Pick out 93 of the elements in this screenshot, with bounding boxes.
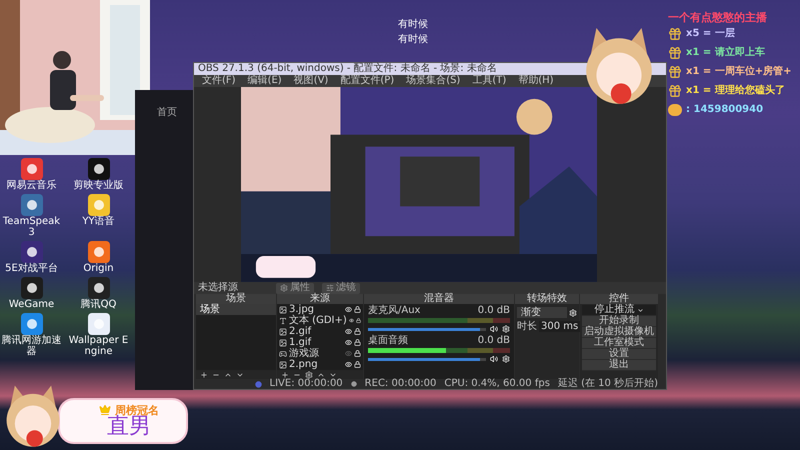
caret-icon	[636, 306, 644, 314]
source-item[interactable]: 2.png	[289, 360, 343, 370]
app-icon[interactable]	[20, 313, 42, 335]
dock-title: 混音器	[424, 294, 454, 304]
menu-item[interactable]: 视图(V)	[294, 76, 328, 86]
menu-item[interactable]: 帮助(H)	[518, 76, 554, 86]
delay-status: 延迟 (在 10 秒后开始)	[558, 379, 658, 390]
image-icon	[279, 360, 287, 369]
dock-title: 转场特效	[527, 294, 567, 304]
channel-name: 桌面音频	[368, 336, 408, 346]
source-item[interactable]: 游戏源	[289, 348, 343, 359]
live-icon	[254, 380, 262, 388]
source-item[interactable]: 2.gif	[289, 326, 343, 337]
cpu-usage: CPU: 0.4%, 60.00 fps	[444, 379, 550, 390]
add-icon[interactable]	[200, 370, 208, 379]
source-status: 未选择源	[198, 283, 238, 294]
dock-title: 来源	[310, 294, 330, 304]
window-title: OBS 27.1.3 (64-bit, windows) - 配置文件: 未命名 - 场景: 未命名	[198, 64, 497, 74]
lock-icon[interactable]	[354, 339, 361, 346]
duration-field[interactable]: 300 ms	[539, 321, 580, 332]
gift-icon	[668, 27, 682, 41]
app-label[interactable]: 剪映专业版	[68, 180, 130, 191]
app-label[interactable]: 腾讯QQ	[68, 299, 130, 310]
badge-title: 周榜冠名	[115, 404, 159, 416]
transition-select[interactable]: 渐变	[517, 307, 567, 318]
caption-text: 有时候	[398, 20, 428, 30]
gift-rule: x1 = 请立即上车	[686, 48, 765, 58]
lock-icon[interactable]	[356, 317, 361, 324]
gift-icon	[668, 46, 682, 60]
app-icon[interactable]	[20, 277, 42, 299]
menu-item[interactable]: 场景集合(S)	[406, 76, 460, 86]
lock-icon[interactable]	[354, 328, 361, 336]
app-icon[interactable]	[88, 277, 110, 299]
contact-number: : 1459800940	[686, 105, 764, 115]
dock-title: 控件	[609, 294, 629, 304]
app-icon[interactable]	[88, 194, 110, 216]
gift-rule: x5 = 一层	[686, 29, 735, 39]
lock-icon[interactable]	[354, 306, 361, 314]
gear-icon[interactable]	[305, 370, 313, 379]
gift-rule: x1 = 一周车位+房管+	[686, 67, 792, 77]
app-label[interactable]: 腾讯网游加速器	[0, 335, 62, 357]
image-icon	[279, 338, 287, 347]
scene-item[interactable]: 场景	[196, 304, 276, 316]
source-item[interactable]: 1.gif	[289, 338, 343, 348]
app-icon[interactable]	[88, 313, 110, 335]
app-icon[interactable]	[88, 158, 110, 180]
app-label[interactable]: 5E对战平台	[0, 263, 62, 274]
image-icon	[279, 306, 287, 314]
add-icon[interactable]	[281, 370, 289, 379]
record-icon	[350, 381, 357, 388]
menu-item[interactable]: 工具(T)	[472, 76, 506, 86]
badge-name: 直男	[107, 416, 151, 438]
duration-label: 时长	[517, 322, 537, 332]
app-label[interactable]: Wallpaper Engine	[68, 335, 130, 357]
caption-text: 有时候	[398, 35, 428, 45]
channel-reading: 0.0 dB	[478, 306, 510, 316]
image-icon	[279, 328, 287, 336]
eye-icon[interactable]	[348, 317, 354, 324]
source-item[interactable]: 3.jpg	[289, 304, 343, 315]
nav-tab[interactable]: 首页	[157, 107, 177, 118]
lock-icon[interactable]	[354, 361, 361, 368]
dock-title: 场景	[226, 294, 246, 304]
app-icon[interactable]	[88, 241, 110, 263]
rec-time: REC: 00:00:00	[364, 379, 436, 390]
gear-icon	[280, 284, 288, 292]
panel-title: 一个有点憨憨的主播	[668, 12, 768, 23]
control-button[interactable]: 退出	[582, 360, 656, 372]
control-button[interactable]: 工作室模式	[582, 338, 656, 350]
speaker-icon[interactable]	[490, 355, 498, 364]
source-item[interactable]: 文本 (GDI+)	[289, 316, 347, 326]
live-time: LIVE: 00:00:00	[270, 379, 343, 390]
speaker-icon[interactable]	[490, 325, 498, 334]
app-label[interactable]: 网易云音乐	[0, 180, 62, 191]
gift-icon	[668, 65, 682, 79]
app-icon[interactable]	[20, 241, 42, 263]
app-icon[interactable]	[20, 158, 42, 180]
gift-icon	[668, 84, 682, 98]
gamepad-icon	[279, 350, 287, 358]
crown-icon	[99, 404, 111, 416]
sliders-icon	[326, 284, 334, 292]
gift-rule: x1 = 理理给您磕头了	[686, 86, 785, 96]
app-label[interactable]: YY语音	[68, 216, 130, 227]
app-label[interactable]: TeamSpeak 3	[0, 216, 62, 238]
menu-item[interactable]: 文件(F)	[202, 76, 236, 86]
channel-name: 麦克风/Aux	[368, 306, 420, 316]
text-icon	[279, 316, 287, 325]
channel-reading: 0.0 dB	[478, 336, 510, 346]
app-label[interactable]: WeGame	[0, 299, 62, 310]
app-label[interactable]: Origin	[68, 263, 130, 274]
menu-item[interactable]: 编辑(E)	[248, 76, 282, 86]
menu-item[interactable]: 配置文件(P)	[340, 76, 394, 86]
lock-icon[interactable]	[354, 350, 361, 358]
app-icon[interactable]	[20, 194, 42, 216]
